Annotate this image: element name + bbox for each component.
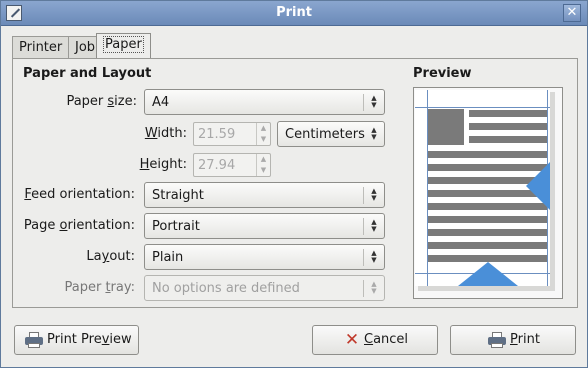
layout-value: Plain <box>152 250 184 265</box>
cancel-label-post: ancel <box>373 332 409 347</box>
page-orientation-label-post: rientation: <box>67 218 135 233</box>
width-label-post: idth: <box>157 126 187 141</box>
page-orientation-select[interactable]: Portrait ▲ ▼ <box>144 213 385 239</box>
page-shadow <box>418 286 555 291</box>
combo-separator <box>363 218 364 235</box>
paper-tray-label-pre: Paper <box>64 280 106 295</box>
paper-tab-panel: Paper and Layout Paper size: A4 ▲ ▼ Width… <box>12 58 578 308</box>
paper-tray-select[interactable]: No options are defined ▲ ▼ <box>144 275 385 301</box>
updown-arrows-icon: ▲ ▼ <box>371 94 377 109</box>
page-orientation-label: Page orientation: <box>13 218 135 233</box>
close-button[interactable]: ✕ <box>563 4 581 22</box>
page-preview <box>413 87 563 299</box>
width-spinner[interactable]: 21.59 ▲ ▼ <box>193 122 271 146</box>
cancel-label: Cancel <box>364 332 408 347</box>
combo-separator <box>363 187 364 204</box>
cancel-button[interactable]: ✕ Cancel <box>312 325 438 355</box>
updown-arrows-icon: ▲ ▼ <box>371 126 377 141</box>
tab-job-label: Job <box>75 40 96 55</box>
updown-arrows-icon: ▲ ▼ <box>371 187 377 202</box>
titlebar[interactable]: Print ✕ <box>1 1 587 26</box>
paper-size-label-post: ize: <box>114 94 137 109</box>
paper-size-value: A4 <box>152 95 170 110</box>
layout-select[interactable]: Plain ▲ ▼ <box>144 244 385 270</box>
paper-size-label: Paper size: <box>13 94 137 109</box>
print-preview-button[interactable]: Print Preview <box>14 325 139 355</box>
tab-paper[interactable]: Paper <box>96 33 151 60</box>
window-title: Print <box>276 5 312 20</box>
height-label-post: eight: <box>149 157 187 172</box>
paper-size-label-pre: Paper <box>66 94 108 109</box>
feed-arrow-right-icon <box>526 162 550 210</box>
width-label-mnemonic: W <box>144 126 158 141</box>
close-icon: ✕ <box>566 5 578 20</box>
updown-arrows-icon: ▲ ▼ <box>371 249 377 264</box>
page-shadow <box>550 92 555 288</box>
width-value: 21.59 <box>198 127 236 142</box>
cancel-icon: ✕ <box>344 330 360 350</box>
print-preview-label: Print Preview <box>47 332 132 347</box>
print-preview-icon <box>25 332 43 348</box>
updown-arrows-icon: ▲ ▼ <box>371 280 377 295</box>
feed-arrow-bottom-icon <box>458 262 518 286</box>
tab-printer-label: Printer <box>19 40 63 55</box>
page-orientation-value: Portrait <box>152 219 200 234</box>
paper-tray-value: No options are defined <box>152 281 300 296</box>
unit-select[interactable]: Centimeters ▲ ▼ <box>277 121 385 147</box>
layout-label-post: out: <box>109 249 135 264</box>
combo-separator <box>363 94 364 111</box>
spinner-arrows-icon[interactable]: ▲ ▼ <box>256 154 270 176</box>
paper-size-select[interactable]: A4 ▲ ▼ <box>144 89 385 115</box>
feed-orientation-select[interactable]: Straight ▲ ▼ <box>144 182 385 208</box>
tab-paper-label: Paper <box>103 36 144 53</box>
print-button[interactable]: Print <box>450 325 576 355</box>
height-spinner[interactable]: 27.94 ▲ ▼ <box>193 153 271 177</box>
print-label: Print <box>510 332 540 347</box>
paper-and-layout-heading: Paper and Layout <box>23 66 152 81</box>
updown-arrows-icon: ▲ ▼ <box>371 218 377 233</box>
feed-direction-arrows-icon <box>458 162 550 286</box>
height-value: 27.94 <box>198 158 236 173</box>
height-label: Height: <box>73 157 187 172</box>
unit-value: Centimeters <box>285 127 365 142</box>
print-label-post: rint <box>517 332 540 347</box>
cancel-label-mnemonic: C <box>364 332 374 347</box>
combo-separator <box>363 249 364 266</box>
feed-orientation-label-post: eed orientation: <box>31 187 135 202</box>
preview-heading: Preview <box>413 66 472 81</box>
height-label-mnemonic: H <box>139 157 150 172</box>
layout-label-pre: La <box>86 249 102 264</box>
page-orientation-label-pre: Page <box>23 218 60 233</box>
spinner-arrows-icon[interactable]: ▲ ▼ <box>256 123 270 145</box>
print-preview-label-post: iew <box>109 332 132 347</box>
paper-tray-label-post: ray: <box>110 280 135 295</box>
feed-orientation-label: Feed orientation: <box>13 187 135 202</box>
layout-label: Layout: <box>13 249 135 264</box>
tab-printer[interactable]: Printer <box>12 36 70 59</box>
combo-separator <box>363 280 364 297</box>
print-label-mnemonic: P <box>510 332 518 347</box>
preview-page <box>415 90 550 286</box>
print-preview-label-pre: Print Pre <box>47 332 102 347</box>
print-dialog: Print ✕ Printer Job Paper Paper and Layo… <box>0 0 588 368</box>
paper-tray-label: Paper tray: <box>13 280 135 295</box>
printer-icon <box>488 332 506 348</box>
feed-orientation-value: Straight <box>152 188 204 203</box>
width-label: Width: <box>73 126 187 141</box>
